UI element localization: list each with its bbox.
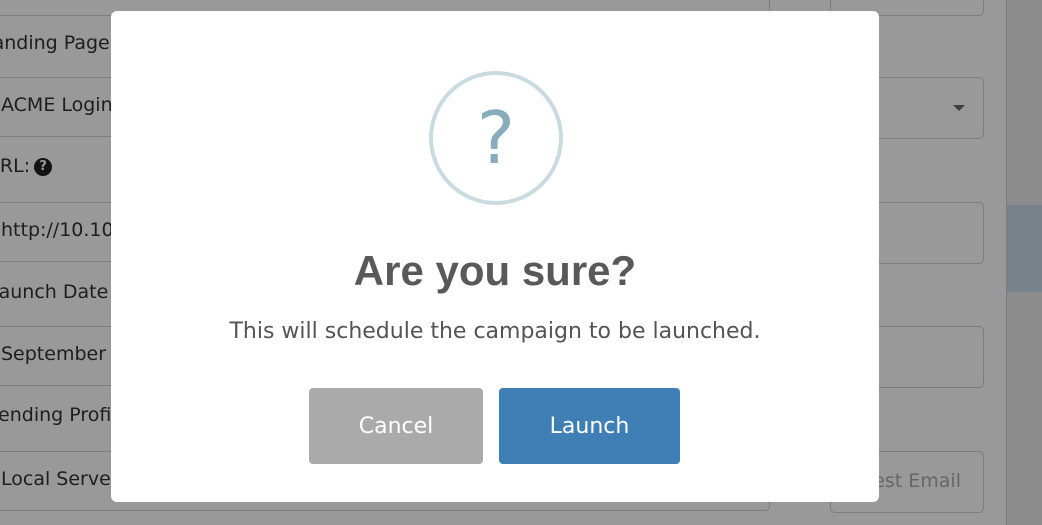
question-mark-glyph: ? <box>476 96 516 180</box>
page: Landing Page: ACME Login URL:? http://10… <box>0 0 1042 525</box>
confirm-dialog: ? Are you sure? This will schedule the c… <box>111 11 879 502</box>
dialog-title: Are you sure? <box>353 247 637 294</box>
dialog-message: This will schedule the campaign to be la… <box>229 319 761 344</box>
cancel-button[interactable]: Cancel <box>309 388 483 464</box>
launch-button[interactable]: Launch <box>499 388 680 464</box>
question-mark-icon: ? <box>429 71 563 205</box>
